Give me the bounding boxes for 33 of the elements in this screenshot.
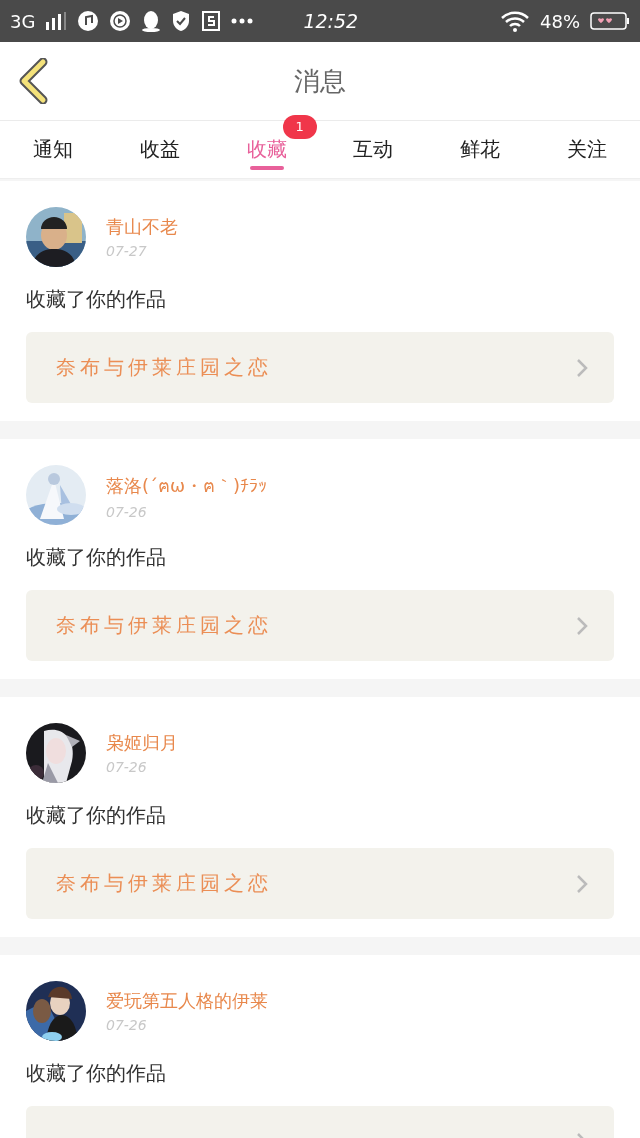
tab[interactable]: 关注 xyxy=(533,121,640,178)
user-name[interactable]: 落洛(´ฅω・ฅ｀)ﾁﾗｯ xyxy=(106,470,268,500)
chevron-icon xyxy=(576,873,588,894)
music-icon xyxy=(77,10,100,32)
page-title: 消息 xyxy=(294,65,346,96)
back-button[interactable] xyxy=(18,58,48,104)
user-name[interactable]: 枭姬归月 xyxy=(106,731,178,755)
network-type: 3G xyxy=(10,10,36,32)
more-icon xyxy=(231,18,254,24)
tab[interactable]: 鲜花 xyxy=(426,121,534,178)
tab[interactable]: 通知 xyxy=(0,121,107,178)
chevron-icon xyxy=(576,357,588,378)
chevron-icon xyxy=(576,615,588,636)
play-icon xyxy=(109,10,132,32)
count-badge: 1 xyxy=(282,115,317,139)
work-link[interactable]: 奈布与伊莱庄园之恋 xyxy=(26,590,614,661)
battery-icon xyxy=(590,12,630,30)
signal-icon xyxy=(45,12,68,30)
message-text: 收藏了你的作品 xyxy=(26,544,167,571)
tab[interactable]: 互动 xyxy=(320,121,427,178)
shield-icon xyxy=(171,10,192,32)
wifi-icon xyxy=(500,10,530,32)
user-name[interactable]: 爱玩第五人格的伊莱 xyxy=(106,989,268,1013)
battery-percent: 48% xyxy=(540,10,580,32)
message-text: 收藏了你的作品 xyxy=(26,286,167,313)
document-icon xyxy=(201,10,222,32)
work-link[interactable]: 奈布与伊莱庄园之恋 xyxy=(26,332,614,403)
work-link[interactable]: 奈布与伊莱庄园之恋 xyxy=(26,848,614,919)
clock-time: 12:52 xyxy=(303,10,359,32)
user-name[interactable]: 青山不老 xyxy=(106,215,178,239)
tab[interactable]: 收益 xyxy=(106,121,214,178)
message-text: 收藏了你的作品 xyxy=(26,802,167,829)
message-text: 收藏了你的作品 xyxy=(26,1060,167,1087)
